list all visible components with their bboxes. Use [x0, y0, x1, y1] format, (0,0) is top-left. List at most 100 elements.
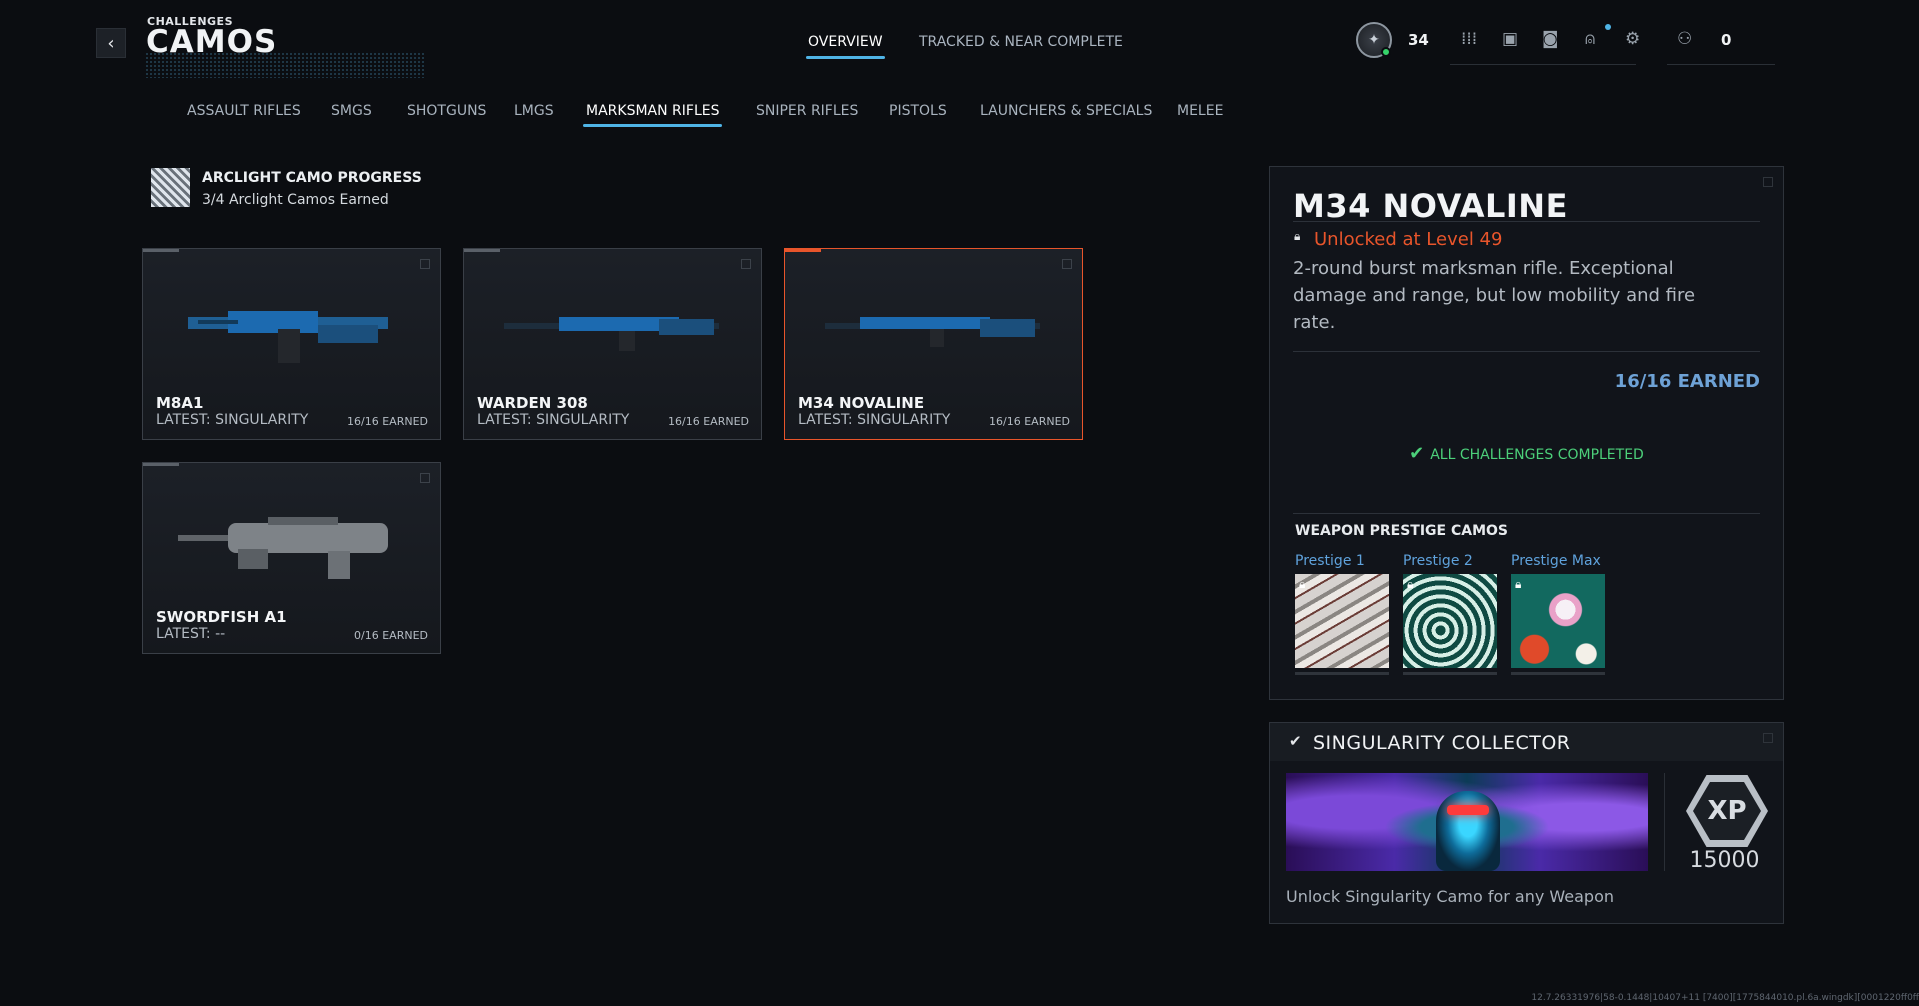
- card-accent: [143, 463, 179, 466]
- prestige-camo-image: 🔒︎: [1511, 574, 1605, 668]
- weapon-detail-panel: M34 NOVALINE 🔒︎ Unlocked at Level 49 2-r…: [1269, 166, 1784, 700]
- panel-corner: [1763, 177, 1773, 187]
- card-corner: [420, 259, 430, 269]
- category-launchers-specials[interactable]: LAUNCHERS & SPECIALS: [980, 103, 1152, 119]
- weapon-card-m8a1[interactable]: M8A1 LATEST: SINGULARITY 16/16 EARNED: [142, 248, 441, 440]
- card-accent: [464, 249, 500, 252]
- category-melee[interactable]: MELEE: [1177, 103, 1223, 119]
- weapon-card-swordfish-a1[interactable]: SWORDFISH A1 LATEST: -- 0/16 EARNED: [142, 462, 441, 654]
- rifle-icon: [825, 317, 1040, 347]
- title-decoration: [145, 52, 425, 78]
- rifle-icon: [504, 317, 719, 351]
- bell-icon[interactable]: ⍝: [1585, 29, 1595, 49]
- unlock-requirement: Unlocked at Level 49: [1314, 229, 1503, 250]
- card-accent: [785, 249, 821, 252]
- card-corner: [741, 259, 751, 269]
- lock-icon: 🔒︎: [1407, 577, 1414, 591]
- singularity-camo-banner: [1286, 773, 1648, 871]
- prestige-camo-image: 🔒︎: [1295, 574, 1389, 668]
- prestige-camo-max[interactable]: Prestige Max 🔒︎: [1511, 553, 1605, 675]
- prestige-label: Prestige 2: [1403, 553, 1473, 569]
- player-level[interactable]: ✦ 34: [1356, 20, 1429, 60]
- level-value: 34: [1408, 31, 1429, 49]
- checkmark-icon: ✔: [1289, 732, 1302, 750]
- weapon-name: WARDEN 308: [477, 394, 588, 412]
- gear-icon[interactable]: ⚙: [1625, 29, 1640, 49]
- rifle-icon: [178, 517, 388, 579]
- status-text: ALL CHALLENGES COMPLETED: [1430, 447, 1644, 463]
- weapon-earned: 16/16 EARNED: [989, 415, 1070, 428]
- lock-icon: 🔒︎: [1299, 577, 1306, 591]
- lock-icon: 🔒︎: [1294, 229, 1301, 243]
- reward-panel: ✔ SINGULARITY COLLECTOR XP 15000 Unlock …: [1269, 722, 1784, 924]
- weapon-earned: 0/16 EARNED: [354, 629, 428, 642]
- rifle-icon: [188, 311, 388, 363]
- tab-tracked-near-complete[interactable]: TRACKED & NEAR COMPLETE: [919, 34, 1123, 50]
- category-smgs[interactable]: SMGS: [331, 103, 372, 119]
- prestige-label: Prestige 1: [1295, 553, 1365, 569]
- weapon-name: M34 NOVALINE: [798, 394, 925, 412]
- category-assault-rifles[interactable]: ASSAULT RIFLES: [187, 103, 301, 119]
- party-icon[interactable]: ⚇: [1677, 29, 1692, 49]
- card-accent: [143, 249, 179, 252]
- prestige-heading: WEAPON PRESTIGE CAMOS: [1295, 523, 1508, 539]
- reward-title: SINGULARITY COLLECTOR: [1313, 732, 1571, 754]
- checkmark-icon: ✔: [1409, 443, 1425, 464]
- weapon-latest: LATEST: SINGULARITY: [477, 412, 630, 428]
- prestige-label: Prestige Max: [1511, 553, 1601, 569]
- detail-title: M34 NOVALINE: [1293, 187, 1568, 225]
- weapon-card-warden-308[interactable]: WARDEN 308 LATEST: SINGULARITY 16/16 EAR…: [463, 248, 762, 440]
- prestige-progress-bar: [1295, 672, 1389, 675]
- xp-icon: XP: [1686, 775, 1768, 847]
- divider: [1293, 513, 1760, 514]
- prestige-camo-2[interactable]: Prestige 2 🔒︎: [1403, 553, 1497, 675]
- lock-icon: 🔒︎: [1515, 577, 1522, 591]
- chevron-left-icon: ‹: [107, 32, 115, 54]
- weapon-latest: LATEST: SINGULARITY: [798, 412, 951, 428]
- hud-divider: [1667, 64, 1775, 65]
- camo-earned-count: 16/16 EARNED: [1614, 371, 1760, 392]
- panel-corner: [1763, 733, 1773, 743]
- category-pistols[interactable]: PISTOLS: [889, 103, 947, 119]
- tab-overview[interactable]: OVERVIEW: [806, 34, 885, 59]
- grid-icon[interactable]: ⁞⁞⁞: [1461, 29, 1477, 49]
- challenges-status: ✔ ALL CHALLENGES COMPLETED: [1270, 443, 1783, 464]
- card-corner: [420, 473, 430, 483]
- prestige-progress-bar: [1511, 672, 1605, 675]
- category-shotguns[interactable]: SHOTGUNS: [407, 103, 486, 119]
- progress-title: ARCLIGHT CAMO PROGRESS: [202, 170, 422, 186]
- prestige-progress-bar: [1403, 672, 1497, 675]
- camera-icon[interactable]: ◙: [1542, 29, 1559, 49]
- currency-value: 0: [1721, 31, 1732, 49]
- rank-badge-icon: ✦: [1356, 22, 1392, 58]
- character-image: [1436, 791, 1500, 871]
- weapon-latest: LATEST: SINGULARITY: [156, 412, 309, 428]
- notification-dot: [1605, 24, 1611, 30]
- weapon-earned: 16/16 EARNED: [668, 415, 749, 428]
- prestige-camo-1[interactable]: Prestige 1 🔒︎: [1295, 553, 1389, 675]
- prestige-camo-image: 🔒︎: [1403, 574, 1497, 668]
- weapon-earned: 16/16 EARNED: [347, 415, 428, 428]
- reward-description: Unlock Singularity Camo for any Weapon: [1286, 887, 1615, 906]
- progress-subtitle: 3/4 Arclight Camos Earned: [202, 192, 389, 208]
- unlock-icon[interactable]: ▣: [1502, 29, 1518, 49]
- xp-label: XP: [1693, 782, 1761, 840]
- online-status-dot: [1381, 47, 1391, 57]
- weapon-description: 2-round burst marksman rifle. Exceptiona…: [1293, 258, 1696, 333]
- weapon-card-m34-novaline[interactable]: M34 NOVALINE LATEST: SINGULARITY 16/16 E…: [784, 248, 1083, 440]
- weapon-name: SWORDFISH A1: [156, 608, 287, 626]
- category-sniper-rifles[interactable]: SNIPER RIFLES: [756, 103, 858, 119]
- weapon-latest: LATEST: --: [156, 626, 226, 642]
- arclight-camo-thumbnail: [151, 168, 190, 207]
- hud-divider: [1450, 64, 1636, 65]
- card-corner: [1062, 259, 1072, 269]
- category-marksman-rifles[interactable]: MARKSMAN RIFLES: [582, 103, 723, 127]
- xp-amount: 15000: [1689, 848, 1760, 873]
- divider: [1293, 221, 1760, 222]
- back-button[interactable]: ‹: [96, 28, 126, 58]
- build-info: 12.7.26331976|58-0.1448|10407+11 [7400][…: [1531, 993, 1919, 1003]
- category-lmgs[interactable]: LMGS: [514, 103, 554, 119]
- divider: [1293, 351, 1760, 352]
- weapon-name: M8A1: [156, 394, 204, 412]
- character-visor: [1447, 805, 1489, 815]
